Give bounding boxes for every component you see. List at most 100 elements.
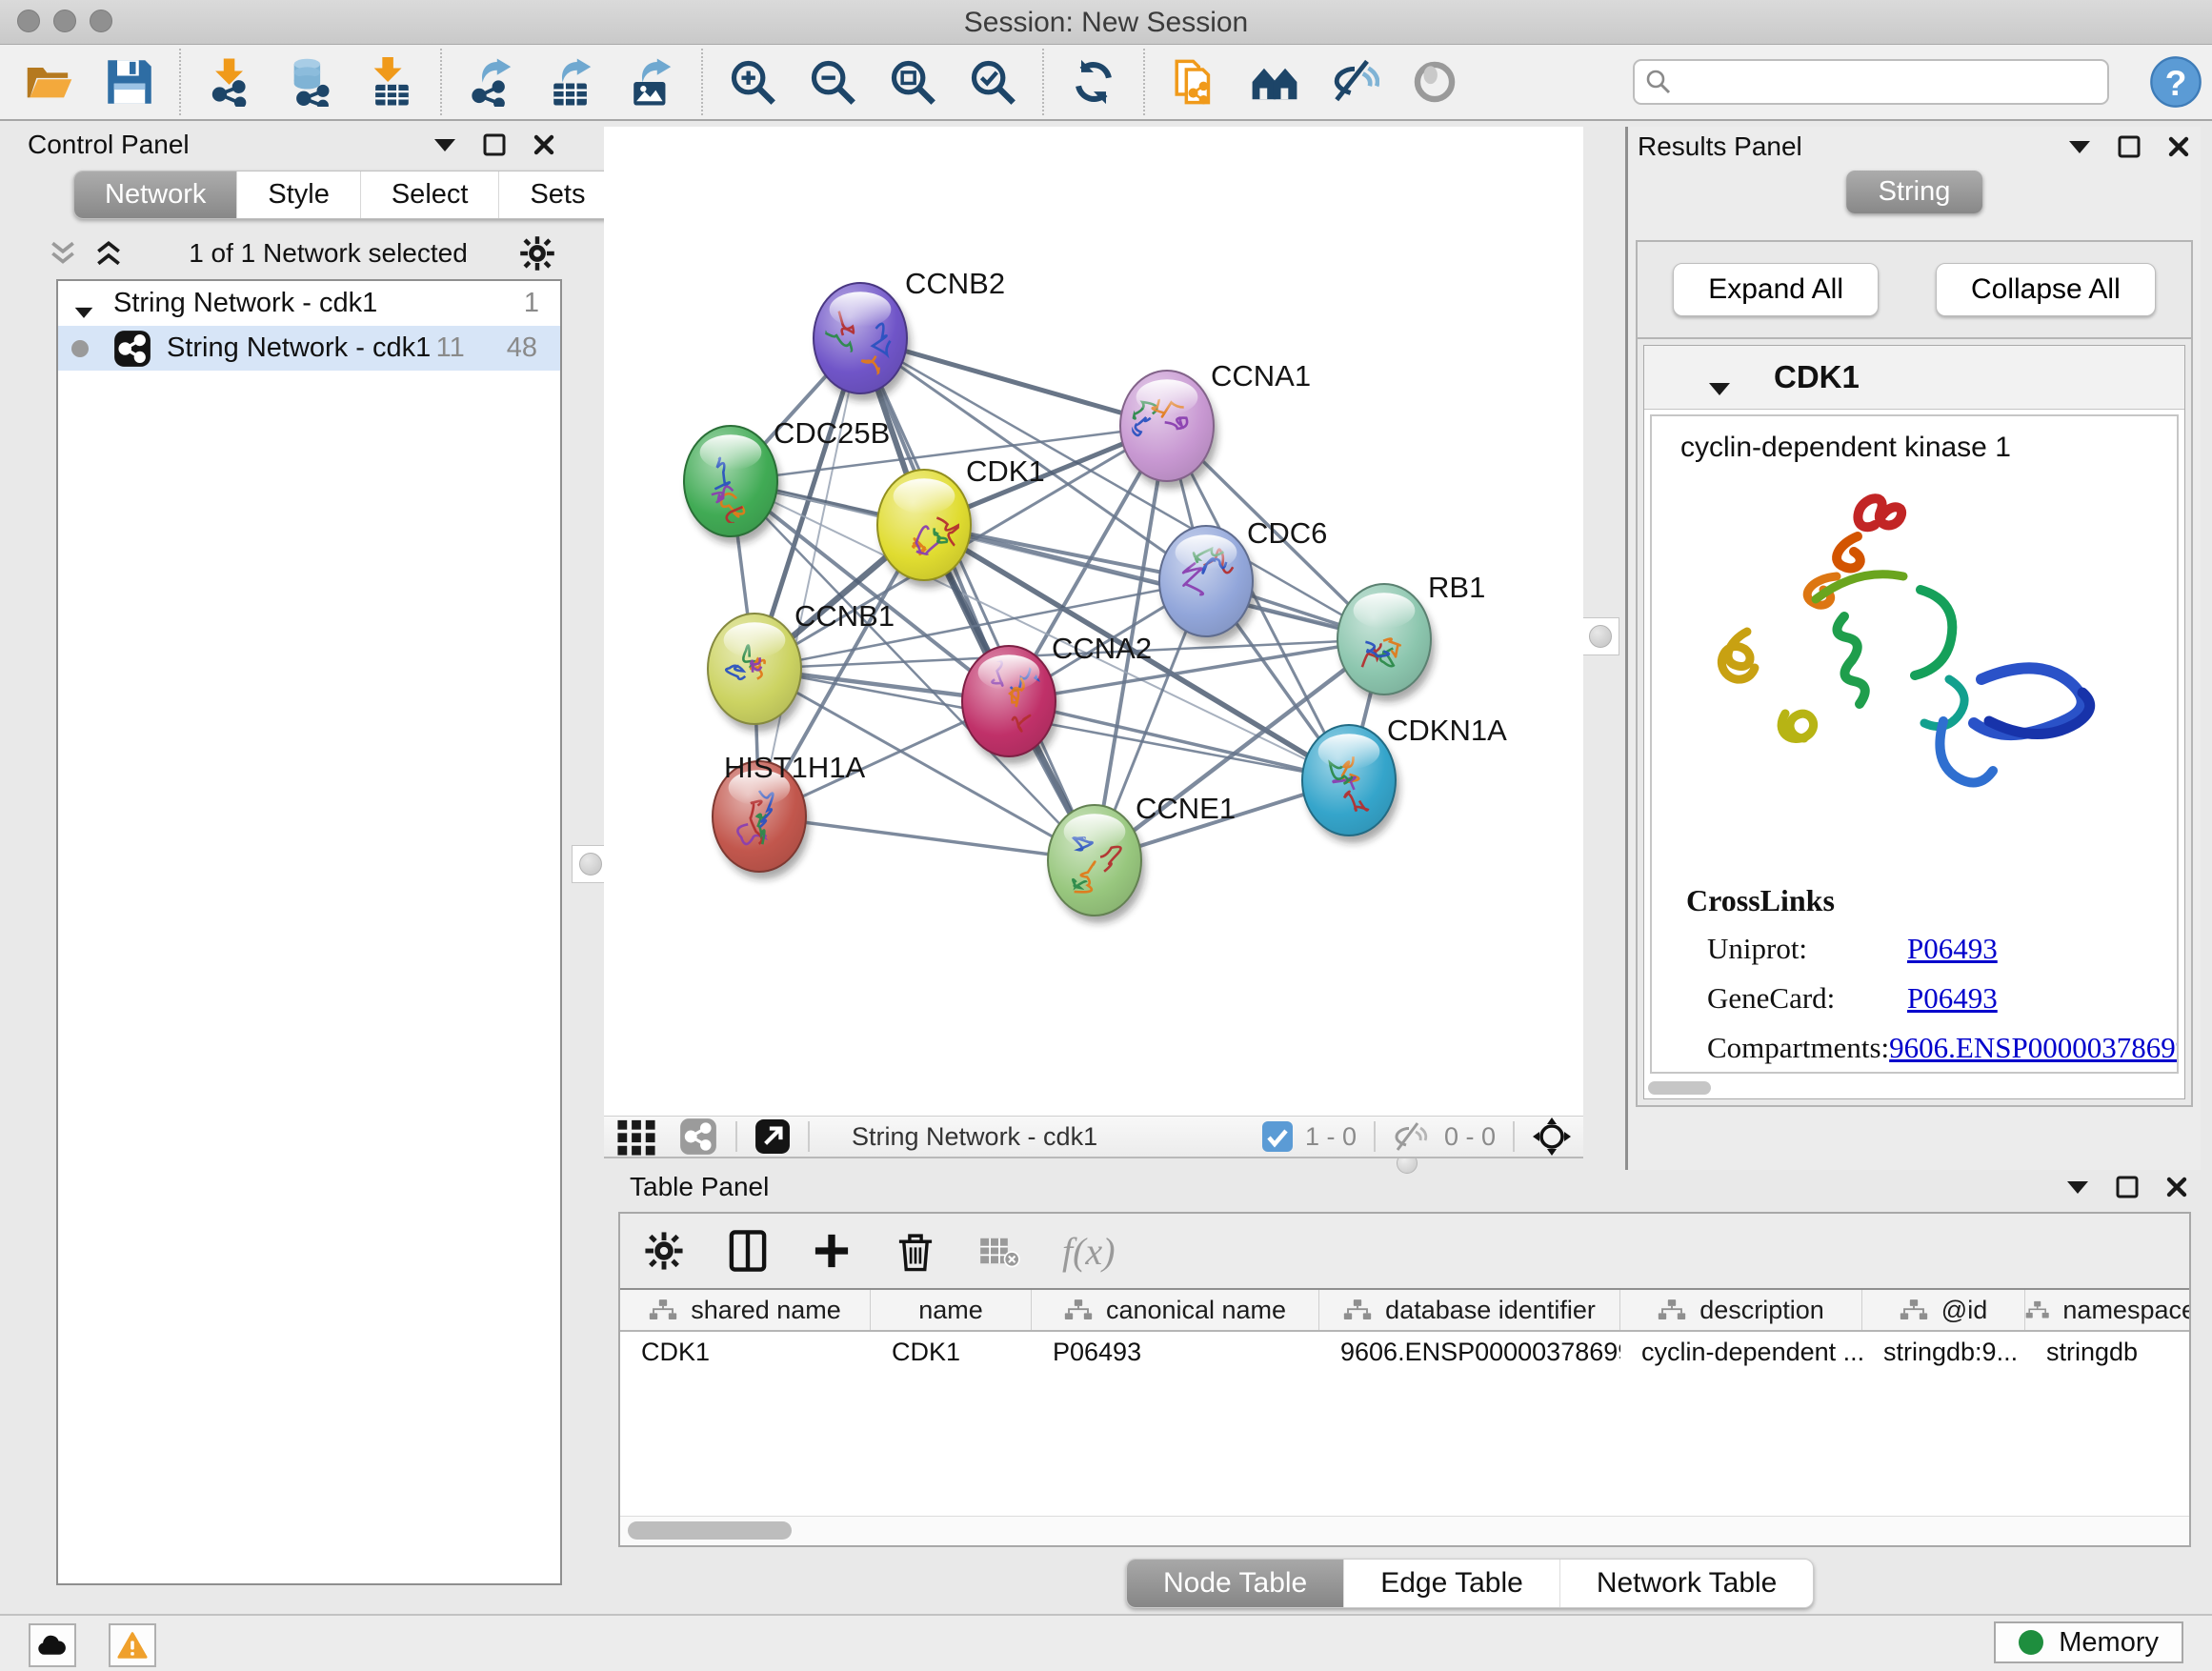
table-panel-close-button[interactable]	[2164, 1175, 2189, 1199]
column-header-name[interactable]: name	[871, 1290, 1032, 1330]
crosslink-uniprot-link[interactable]: P06493	[1907, 932, 1998, 966]
refresh-button[interactable]	[1069, 57, 1118, 107]
tab-sets[interactable]: Sets	[498, 171, 615, 218]
zoom-in-button[interactable]	[728, 57, 777, 107]
import-table-button[interactable]	[366, 57, 415, 107]
zoom-fit-button[interactable]	[888, 57, 937, 107]
table-cell[interactable]: CDK1	[620, 1332, 871, 1372]
float-icon	[2117, 134, 2142, 159]
results-hscrollbar-thumb[interactable]	[1648, 1081, 1711, 1095]
table-delete-button[interactable]	[895, 1230, 936, 1272]
network-node-RB1[interactable]	[1337, 584, 1435, 702]
node-label-CCNE1: CCNE1	[1136, 792, 1236, 825]
search-input[interactable]	[1633, 59, 2109, 105]
column-header-description[interactable]: description	[1620, 1290, 1862, 1330]
tab-edge-table[interactable]: Edge Table	[1343, 1560, 1559, 1607]
node-label-HIST1H1A: HIST1H1A	[724, 751, 865, 784]
clone-network-button[interactable]	[1170, 57, 1219, 107]
results-panel-float-button[interactable]	[2117, 134, 2142, 159]
gene-section-header[interactable]: CDK1	[1644, 346, 2184, 410]
network-graph[interactable]: CCNB2CCNA1CDC25BCDK1CDC6RB1CCNB1CCNA2CDK…	[604, 127, 1583, 1116]
results-panel-close-button[interactable]	[2166, 134, 2191, 159]
birds-eye-view-button[interactable]	[1532, 1117, 1572, 1157]
network-node-CDK1[interactable]	[877, 470, 975, 588]
network-edge-CCNB2-HIST1H1A[interactable]	[759, 338, 860, 816]
export-network-button[interactable]	[467, 57, 516, 107]
network-edge-CCNA2-CDKN1A[interactable]	[1009, 701, 1349, 780]
save-session-button[interactable]	[105, 57, 154, 107]
table-hscrollbar[interactable]	[620, 1516, 2189, 1545]
table-add-button[interactable]	[811, 1230, 853, 1272]
memory-button[interactable]: Memory	[1994, 1621, 2183, 1663]
network-node-CCNB1[interactable]	[708, 614, 805, 732]
crosslink-genecard-link[interactable]: P06493	[1907, 981, 1998, 1016]
results-panel-collapse-button[interactable]	[2067, 134, 2092, 159]
collapse-all-button[interactable]: Collapse All	[1936, 263, 2156, 316]
network-node-CCNE1[interactable]	[1048, 805, 1145, 923]
network-row[interactable]: String Network - cdk11148	[58, 326, 560, 371]
network-node-CCNA1[interactable]	[1120, 371, 1217, 489]
network-edge-CCNB2-CCNE1[interactable]	[860, 338, 1095, 860]
control-panel-float-button[interactable]	[482, 132, 507, 157]
tree-icon	[1900, 1298, 1928, 1322]
column-header-shared-name[interactable]: shared name	[620, 1290, 871, 1330]
table-cell[interactable]: P06493	[1032, 1332, 1319, 1372]
table-gear-button[interactable]	[643, 1230, 685, 1272]
table-cell[interactable]: cyclin-dependent ...	[1620, 1332, 1862, 1372]
table-hscrollbar-thumb[interactable]	[628, 1521, 792, 1540]
import-network-file-button[interactable]	[206, 57, 255, 107]
tab-string[interactable]: String	[1846, 171, 1983, 213]
table-panel-collapse-button[interactable]	[2065, 1175, 2090, 1199]
string-network-badge[interactable]	[678, 1117, 718, 1156]
network-collection-row[interactable]: String Network - cdk11	[58, 281, 560, 326]
network-canvas[interactable]: CCNB2CCNA1CDC25BCDK1CDC6RB1CCNB1CCNA2CDK…	[604, 127, 1583, 1116]
table-cell[interactable]: stringdb	[2025, 1332, 2191, 1372]
column-header--id[interactable]: @id	[1862, 1290, 2025, 1330]
table-panel-float-button[interactable]	[2115, 1175, 2140, 1199]
table-function-builder-button[interactable]: f(x)	[1062, 1229, 1116, 1274]
network-node-CCNB2[interactable]	[811, 283, 911, 401]
selected-nodes-checkbox[interactable]	[1261, 1120, 1294, 1153]
column-header-namespace[interactable]: namespace	[2025, 1290, 2191, 1330]
network-node-CCNA2[interactable]	[962, 646, 1059, 764]
tab-node-table[interactable]: Node Table	[1127, 1560, 1343, 1607]
open-session-button[interactable]	[25, 57, 74, 107]
tab-network[interactable]: Network	[74, 171, 236, 218]
column-header-database-identifier[interactable]: database identifier	[1319, 1290, 1620, 1330]
table-table-clear-button[interactable]	[978, 1230, 1020, 1272]
show-graphics-button[interactable]	[1410, 57, 1459, 107]
houses-button[interactable]	[1250, 57, 1299, 107]
network-node-CDKN1A[interactable]	[1302, 725, 1399, 843]
control-panel-close-button[interactable]	[532, 132, 556, 157]
warnings-button[interactable]	[109, 1623, 156, 1667]
column-header-canonical-name[interactable]: canonical name	[1032, 1290, 1319, 1330]
open-in-new-window-button[interactable]	[754, 1118, 791, 1155]
table-cell[interactable]: 9606.ENSP00000378699	[1319, 1332, 1620, 1372]
tab-style[interactable]: Style	[236, 171, 359, 218]
tab-select[interactable]: Select	[360, 171, 499, 218]
gene-collapse-icon[interactable]	[1707, 369, 1732, 386]
right-splitter-handle[interactable]	[1581, 617, 1619, 655]
table-cell[interactable]: CDK1	[871, 1332, 1032, 1372]
help-button[interactable]: ?	[2149, 55, 2202, 109]
zoom-selected-button[interactable]	[968, 57, 1017, 107]
expand-all-networks-button[interactable]	[92, 239, 125, 268]
table-tabs: Node TableEdge TableNetwork Table	[1126, 1559, 1814, 1608]
control-panel-collapse-button[interactable]	[432, 132, 457, 157]
cloud-button[interactable]	[29, 1623, 76, 1667]
collection-expand-icon[interactable]	[73, 296, 94, 312]
table-cell[interactable]: stringdb:9...	[1862, 1332, 2025, 1372]
network-options-gear-button[interactable]	[518, 234, 556, 272]
export-image-button[interactable]	[627, 57, 676, 107]
network-node-CDC6[interactable]	[1159, 526, 1257, 644]
tab-network-table[interactable]: Network Table	[1559, 1560, 1814, 1607]
show-grid-button[interactable]	[615, 1117, 657, 1156]
import-network-database-button[interactable]	[286, 57, 335, 107]
zoom-out-button[interactable]	[808, 57, 857, 107]
export-table-button[interactable]	[547, 57, 596, 107]
collapse-all-networks-button[interactable]	[47, 239, 79, 268]
crosslink-compartments-link[interactable]: 9606.ENSP00000378699	[1889, 1031, 2179, 1065]
hide-graphics-button[interactable]	[1330, 57, 1379, 107]
expand-all-button[interactable]: Expand All	[1673, 263, 1879, 316]
table-columns-button[interactable]	[727, 1230, 769, 1272]
